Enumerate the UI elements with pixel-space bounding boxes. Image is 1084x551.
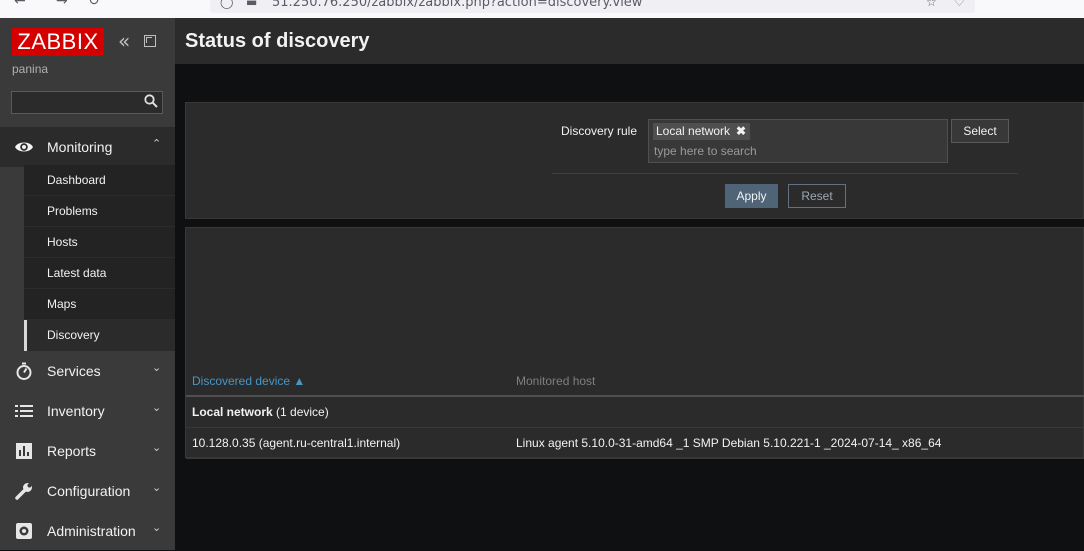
chevron-up-icon: ⌃ xyxy=(152,137,162,150)
remove-tag-icon[interactable]: ✖ xyxy=(736,123,746,140)
device-cell: 10.128.0.35 (agent.ru-central1.internal) xyxy=(192,436,401,450)
column-monitored-host: Monitored host xyxy=(516,374,596,388)
menu-reports[interactable]: Reports ⌄ xyxy=(0,431,175,471)
host-cell: Linux agent 5.10.0-31-amd64 _1 SMP Debia… xyxy=(516,436,942,450)
menu-label: Reports xyxy=(47,443,97,459)
pocket-icon[interactable]: ♡ xyxy=(954,0,965,9)
selected-rule-tag-label: Local network xyxy=(656,124,731,138)
group-count: (1 device) xyxy=(276,405,329,419)
submenu-item-hosts[interactable]: Hosts xyxy=(24,227,175,258)
menu-monitoring[interactable]: Monitoring ⌃ xyxy=(0,127,175,167)
page-header: Status of discovery xyxy=(175,18,1084,64)
submenu-item-discovery[interactable]: Discovery xyxy=(24,320,175,351)
username: panina xyxy=(12,62,49,76)
apply-button[interactable]: Apply xyxy=(725,184,778,208)
reset-button[interactable]: Reset xyxy=(788,184,846,208)
forward-icon[interactable]: → xyxy=(56,0,68,9)
select-button[interactable]: Select xyxy=(951,119,1009,143)
submenu-label: Dashboard xyxy=(47,173,106,187)
back-icon[interactable]: ← xyxy=(14,0,26,9)
group-name: Local network xyxy=(192,405,273,419)
discovery-table: Discovered device ▲ Monitored host Local… xyxy=(185,227,1084,459)
submenu-label: Maps xyxy=(47,297,77,311)
menu-label: Configuration xyxy=(47,483,131,499)
submenu-item-problems[interactable]: Problems xyxy=(24,196,175,227)
menu-configuration[interactable]: Configuration ⌄ xyxy=(0,471,175,511)
column-discovered-device[interactable]: Discovered device ▲ xyxy=(192,374,305,388)
sidebar: ZABBIX « panina Monitoring ⌃ Dashboard P… xyxy=(0,18,175,550)
table-group-row: Local network (1 device) xyxy=(186,397,1084,428)
wrench-icon xyxy=(15,483,32,500)
url-text: 51.250.76.250/zabbix/zabbix.php?action=d… xyxy=(272,0,643,10)
zabbix-logo[interactable]: ZABBIX xyxy=(12,28,104,56)
discovery-rule-multiselect[interactable]: Local network ✖ type here to search xyxy=(648,119,948,163)
menu-administration[interactable]: Administration ⌄ xyxy=(0,511,175,551)
menu-services[interactable]: Services ⌄ xyxy=(0,351,175,391)
submenu-item-latest-data[interactable]: Latest data xyxy=(24,258,175,289)
menu-inventory[interactable]: Inventory ⌄ xyxy=(0,391,175,431)
main-content: Status of discovery Discovery rule Local… xyxy=(175,18,1084,550)
gear-icon xyxy=(16,523,32,539)
list-icon xyxy=(15,405,33,417)
table-row: 10.128.0.35 (agent.ru-central1.internal)… xyxy=(186,428,1084,459)
filter-panel: Discovery rule Local network ✖ type here… xyxy=(185,102,1084,219)
submenu-item-dashboard[interactable]: Dashboard xyxy=(24,165,175,196)
bar-chart-icon xyxy=(16,443,32,459)
group-cell: Local network (1 device) xyxy=(192,405,329,419)
shield-icon: ◯ xyxy=(220,0,234,9)
chevron-down-icon: ⌄ xyxy=(152,441,162,454)
chevron-down-icon: ⌄ xyxy=(152,401,162,414)
address-bar[interactable]: ◯ ▬ 51.250.76.250/zabbix/zabbix.php?acti… xyxy=(210,0,975,13)
browser-toolbar: ← → ↻ ◯ ▬ 51.250.76.250/zabbix/zabbix.ph… xyxy=(0,0,1084,18)
discovery-rule-label: Discovery rule xyxy=(561,124,638,138)
submenu-label: Discovery xyxy=(47,328,100,342)
monitoring-submenu: Dashboard Problems Hosts Latest data Map… xyxy=(24,165,175,351)
chevron-down-icon: ⌄ xyxy=(152,481,162,494)
reload-icon[interactable]: ↻ xyxy=(88,0,100,9)
bookmark-star-icon[interactable]: ☆ xyxy=(926,0,937,9)
submenu-item-maps[interactable]: Maps xyxy=(24,289,175,320)
search-icon[interactable] xyxy=(144,94,158,108)
menu-label: Services xyxy=(47,363,101,379)
selected-rule-tag: Local network ✖ xyxy=(653,123,751,140)
menu-label: Administration xyxy=(47,523,136,539)
rule-search-input[interactable]: type here to search xyxy=(654,144,757,158)
insecure-lock-icon: ▬ xyxy=(246,0,258,9)
stopwatch-icon xyxy=(16,362,32,380)
submenu-label: Latest data xyxy=(47,266,107,280)
search-input[interactable] xyxy=(11,91,163,114)
chevron-down-icon: ⌄ xyxy=(152,521,162,534)
kiosk-mode-icon[interactable] xyxy=(144,35,156,47)
eye-icon xyxy=(15,142,33,152)
filter-divider xyxy=(552,173,1018,174)
chevron-down-icon: ⌄ xyxy=(152,361,162,374)
page-title: Status of discovery xyxy=(185,30,370,52)
menu-label: Inventory xyxy=(47,403,105,419)
submenu-label: Hosts xyxy=(47,235,78,249)
menu-label: Monitoring xyxy=(47,139,113,155)
collapse-sidebar-icon[interactable]: « xyxy=(118,29,130,53)
submenu-label: Problems xyxy=(47,204,98,218)
